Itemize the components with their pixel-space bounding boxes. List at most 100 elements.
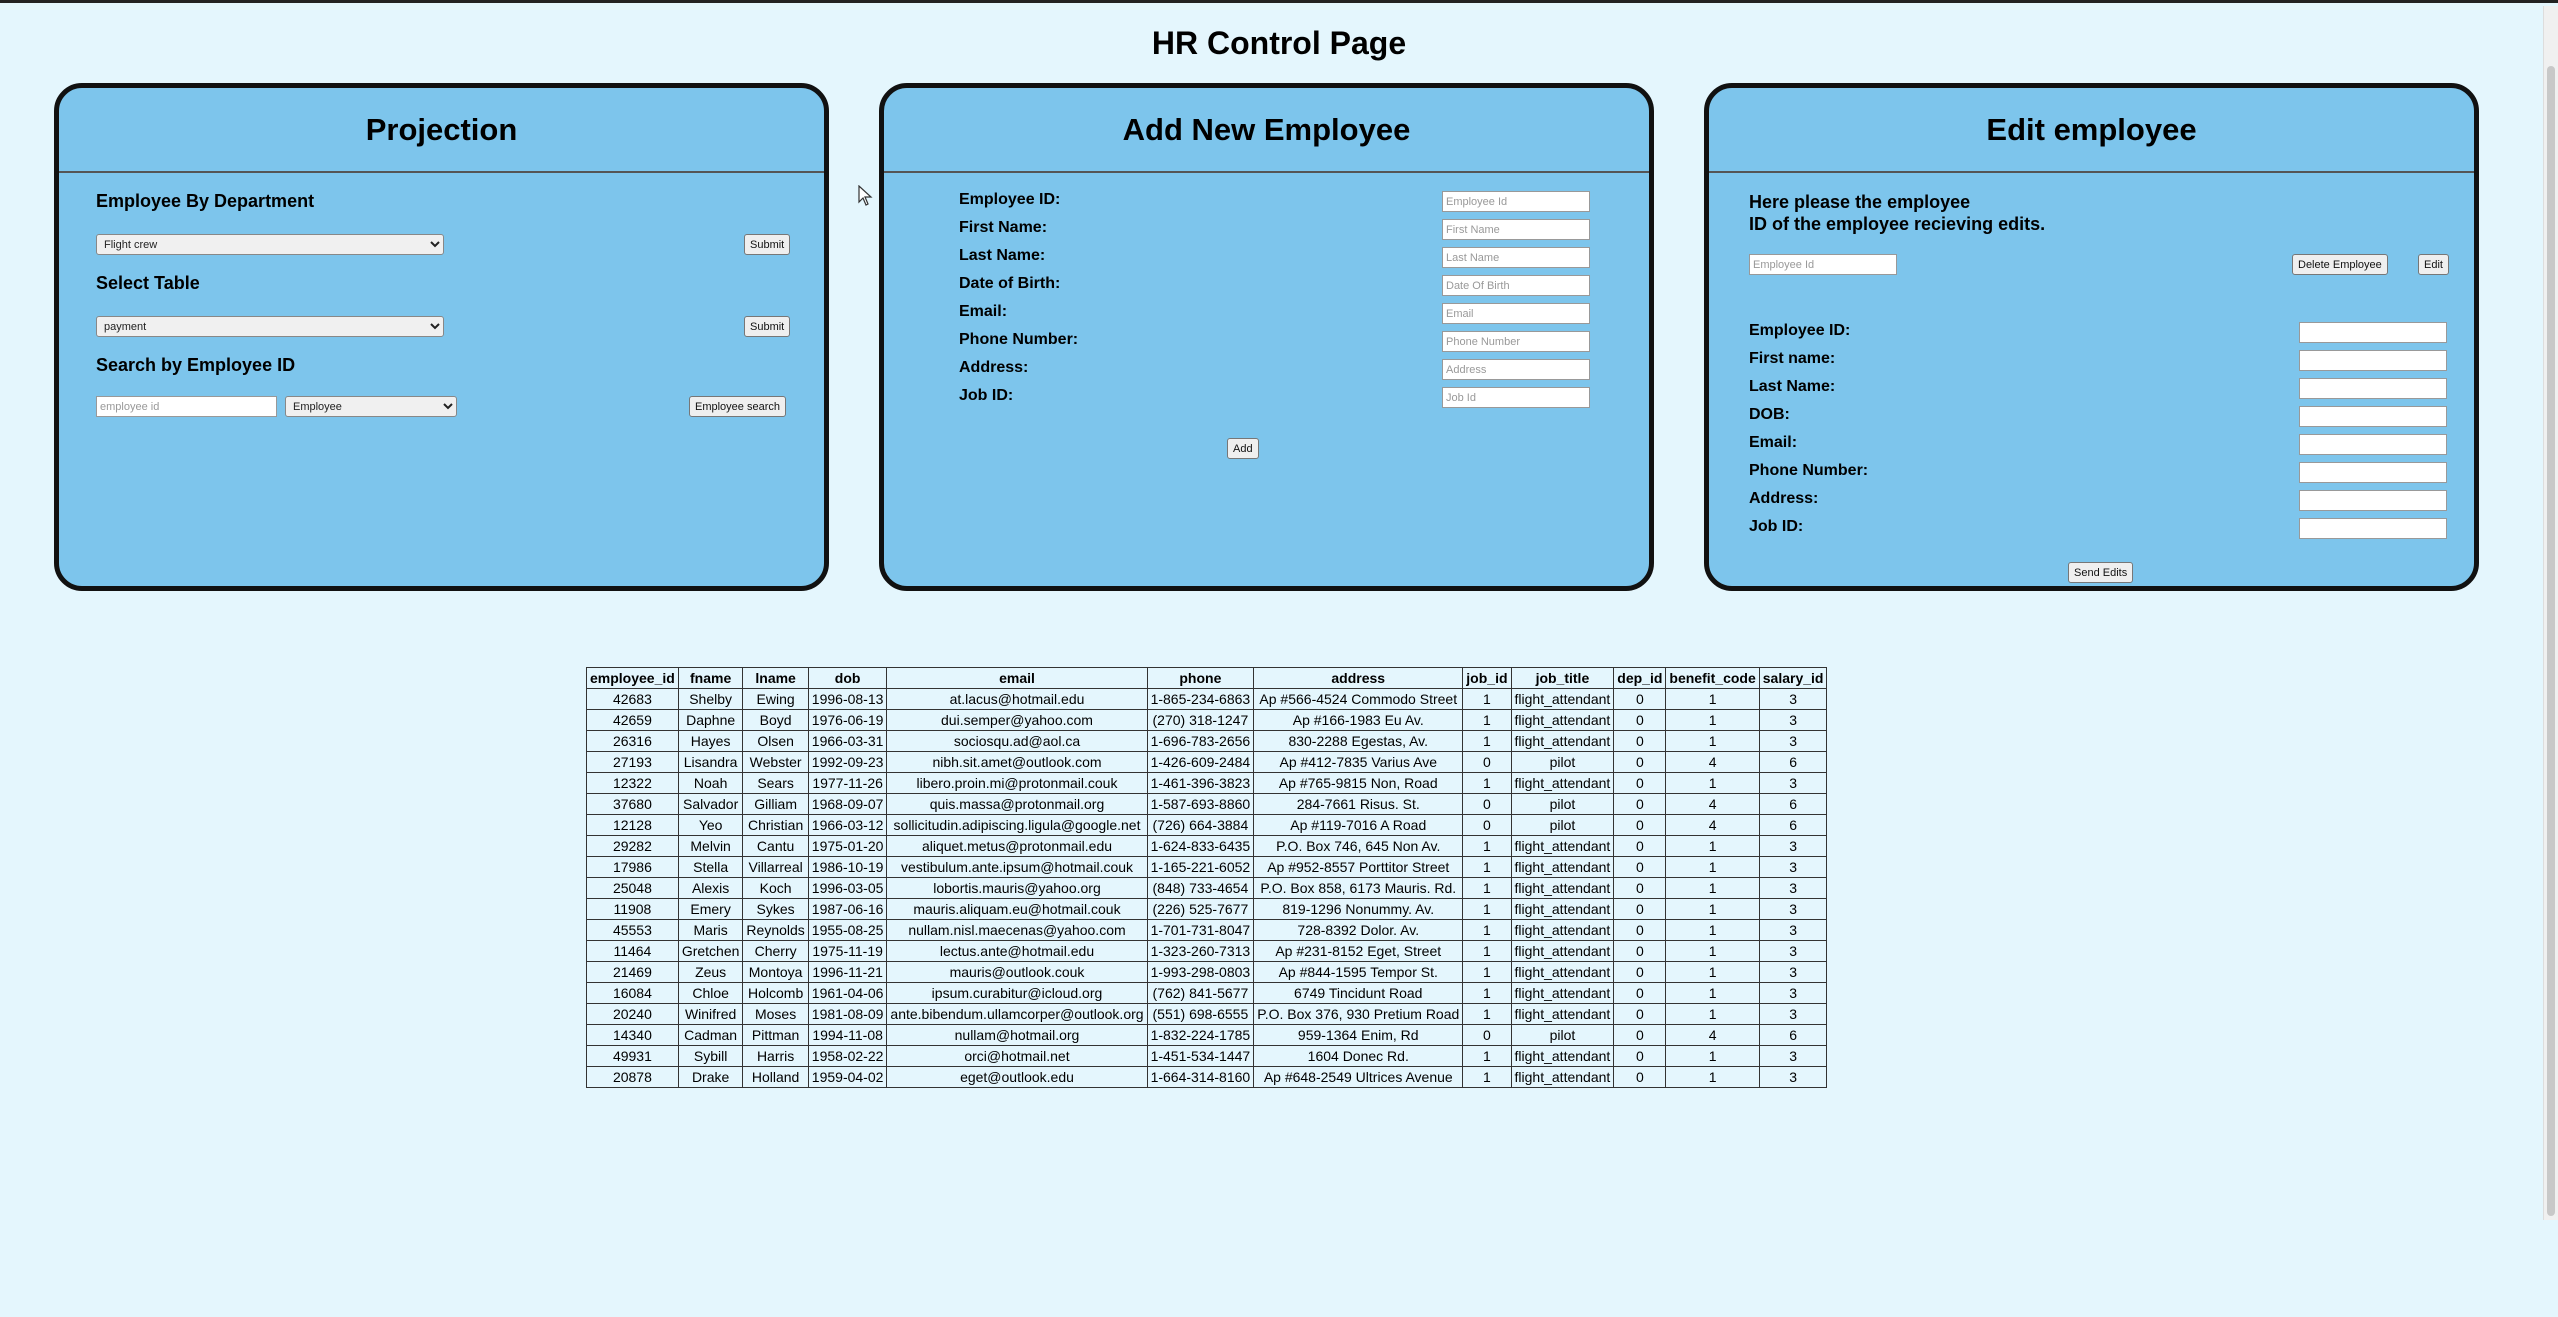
table-cell: 1976-06-19 — [807, 709, 888, 731]
table-cell: Yeo — [677, 814, 744, 836]
table-cell: Holland — [742, 1066, 809, 1088]
table-cell: 1-832-224-1785 — [1146, 1024, 1255, 1046]
edit-field-input[interactable] — [2299, 518, 2447, 539]
table-cell: 42683 — [586, 688, 679, 710]
table-cell: 1981-08-09 — [807, 1003, 888, 1025]
edit-field-input[interactable] — [2299, 490, 2447, 511]
department-submit-button[interactable]: Submit — [744, 234, 791, 255]
add-field-input[interactable] — [1442, 387, 1590, 408]
employee-search-button[interactable]: Employee search — [689, 396, 786, 417]
edit-field-input[interactable] — [2299, 378, 2447, 399]
table-row: 26316 Hayes Olsen 1966-03-31 sociosqu.ad@aol… — [586, 730, 1828, 752]
table-cell: Gilliam — [742, 793, 809, 815]
add-button[interactable]: Add — [1227, 438, 1259, 459]
employee-id-search-input[interactable] — [96, 396, 277, 417]
search-type-select[interactable]: Employee — [285, 396, 457, 417]
table-cell: 1-426-609-2484 — [1146, 751, 1255, 773]
table-cell: 1 — [1665, 940, 1760, 962]
table-cell: 1996-11-21 — [807, 961, 888, 983]
add-field-input[interactable] — [1442, 191, 1590, 212]
table-cell: Gretchen — [677, 940, 744, 962]
send-edits-button[interactable]: Send Edits — [2068, 562, 2134, 583]
table-cell: (848) 733-4654 — [1146, 877, 1255, 899]
table-cell: 0 — [1613, 877, 1667, 899]
table-cell: 4 — [1665, 1024, 1760, 1046]
table-cell: Salvador — [677, 793, 744, 815]
vertical-scrollbar[interactable] — [2543, 6, 2558, 1220]
table-cell: Ap #844-1595 Tempor St. — [1253, 961, 1464, 983]
table-cell: flight_attendant — [1510, 1066, 1615, 1088]
table-cell: 0 — [1613, 814, 1667, 836]
table-cell: Noah — [677, 772, 744, 794]
table-submit-button[interactable]: Submit — [744, 316, 791, 337]
table-row: 20878 Drake Holland 1959-04-02 eget@outlook.… — [586, 1066, 1828, 1088]
delete-employee-button[interactable]: Delete Employee — [2292, 254, 2388, 275]
table-cell: 3 — [1758, 856, 1828, 878]
table-cell: 11908 — [586, 898, 679, 920]
table-cell: flight_attendant — [1510, 961, 1615, 983]
edit-employee-id-input[interactable] — [1749, 254, 1897, 275]
table-cell: 1996-03-05 — [807, 877, 888, 899]
table-cell: 0 — [1613, 1003, 1667, 1025]
table-cell: at.lacus@hotmail.edu — [886, 688, 1148, 710]
table-cell: 1 — [1665, 961, 1760, 983]
table-select[interactable]: payment — [96, 316, 444, 337]
table-cell: Ap #231-8152 Eget, Street — [1253, 940, 1464, 962]
add-field-input[interactable] — [1442, 331, 1590, 352]
add-field-input[interactable] — [1442, 359, 1590, 380]
add-field-input[interactable] — [1442, 275, 1590, 296]
table-cell: 0 — [1613, 730, 1667, 752]
table-cell: flight_attendant — [1510, 688, 1615, 710]
edit-field-input[interactable] — [2299, 434, 2447, 455]
table-cell: 1966-03-31 — [807, 730, 888, 752]
column-header: job_title — [1510, 667, 1615, 689]
scrollbar-thumb[interactable] — [2547, 66, 2555, 1216]
table-cell: Winifred — [677, 1003, 744, 1025]
table-cell: 1 — [1462, 772, 1512, 794]
table-cell: 728-8392 Dolor. Av. — [1253, 919, 1464, 941]
table-cell: 1 — [1462, 835, 1512, 857]
table-cell: lobortis.mauris@yahoo.org — [886, 877, 1148, 899]
select-table-label: Select Table — [96, 273, 200, 293]
table-cell: 3 — [1758, 772, 1828, 794]
table-cell: Chloe — [677, 982, 744, 1004]
table-cell: libero.proin.mi@protonmail.couk — [886, 772, 1148, 794]
table-cell: Koch — [742, 877, 809, 899]
table-cell: 819-1296 Nonummy. Av. — [1253, 898, 1464, 920]
department-select[interactable]: Flight crew — [96, 234, 444, 255]
table-row: 25048 Alexis Koch 1996-03-05 lobortis.mauris… — [586, 877, 1828, 899]
table-cell: 959-1364 Enim, Rd — [1253, 1024, 1464, 1046]
table-cell: 1958-02-22 — [807, 1045, 888, 1067]
edit-field-input[interactable] — [2299, 462, 2447, 483]
table-cell: 1 — [1665, 1066, 1760, 1088]
add-field-input[interactable] — [1442, 219, 1590, 240]
table-cell: 1 — [1665, 898, 1760, 920]
edit-field-input[interactable] — [2299, 322, 2447, 343]
table-cell: 0 — [1462, 793, 1512, 815]
add-field-input[interactable] — [1442, 247, 1590, 268]
edit-field-input[interactable] — [2299, 406, 2447, 427]
edit-button[interactable]: Edit — [2418, 254, 2449, 275]
table-cell: nullam@hotmail.org — [886, 1024, 1148, 1046]
column-header: address — [1253, 667, 1464, 689]
table-cell: Webster — [742, 751, 809, 773]
table-cell: ante.bibendum.ullamcorper@outlook.org — [886, 1003, 1148, 1025]
add-field-input[interactable] — [1442, 303, 1590, 324]
table-cell: 49931 — [586, 1045, 679, 1067]
edit-field-label: First name: — [1749, 350, 1836, 367]
table-cell: 284-7661 Risus. St. — [1253, 793, 1464, 815]
table-cell: Reynolds — [742, 919, 809, 941]
table-cell: flight_attendant — [1510, 856, 1615, 878]
table-cell: eget@outlook.edu — [886, 1066, 1148, 1088]
column-header: dep_id — [1613, 667, 1667, 689]
edit-instructions-line2: ID of the employee recieving edits. — [1749, 214, 2046, 234]
table-cell: pilot — [1510, 1024, 1615, 1046]
table-cell: Hayes — [677, 730, 744, 752]
table-cell: 0 — [1613, 688, 1667, 710]
edit-field-input[interactable] — [2299, 350, 2447, 371]
table-cell: (226) 525-7677 — [1146, 898, 1255, 920]
table-cell: 3 — [1758, 877, 1828, 899]
table-row: 42659 Daphne Boyd 1976-06-19 dui.semper@yaho… — [586, 709, 1828, 731]
table-cell: 1-624-833-6435 — [1146, 835, 1255, 857]
table-row: 20240 Winifred Moses 1981-08-09 ante.bibendu… — [586, 1003, 1828, 1025]
